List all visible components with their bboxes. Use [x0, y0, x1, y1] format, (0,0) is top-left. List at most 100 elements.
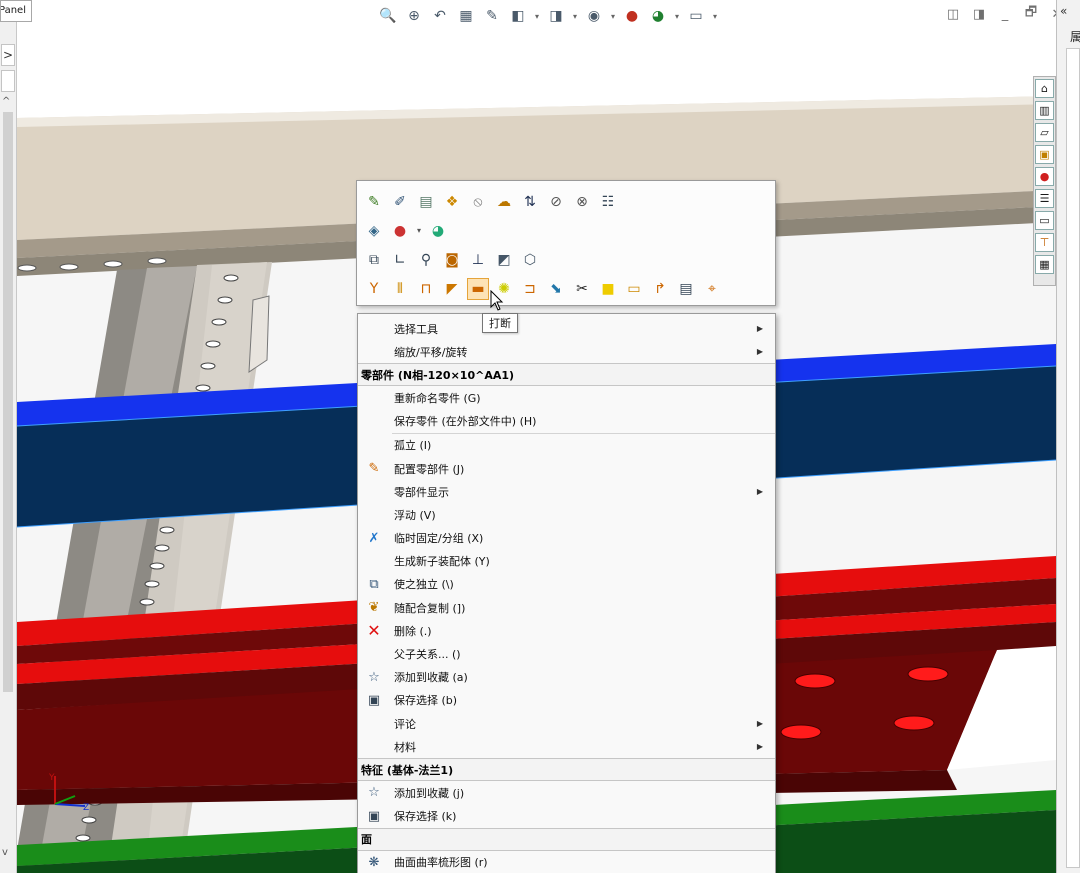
properties-icon[interactable]: ☷ [597, 191, 619, 213]
face-section-header: 面 [358, 827, 775, 851]
tile-right-icon[interactable]: ◨ [971, 6, 987, 22]
appearances-icon[interactable]: ● [1035, 167, 1054, 186]
menu-item-save-part[interactable]: 保存零件 (在外部文件中) (H) [358, 410, 775, 433]
menu-item-delete[interactable]: ✕ 删除 (.) [358, 619, 775, 642]
measure-icon[interactable]: ⌖ [701, 278, 723, 300]
hook-icon[interactable]: ↱ [649, 278, 671, 300]
panel-field[interactable] [1, 70, 15, 92]
dynamic-annotation-icon[interactable]: ✎ [481, 6, 503, 26]
face-icon[interactable]: ■ [597, 278, 619, 300]
component-icon[interactable]: ◈ [363, 220, 385, 242]
menu-item-parent-child[interactable]: 父子关系... () [358, 642, 775, 665]
cut-icon[interactable]: ✂ [571, 278, 593, 300]
display-style-icon[interactable]: ◨ [545, 6, 567, 26]
weldments-icon[interactable]: ⊤ [1035, 233, 1054, 252]
custom-properties-icon[interactable]: ☰ [1035, 189, 1054, 208]
expand-arrow-icon[interactable]: > [3, 48, 13, 62]
hide-show-items-icon[interactable]: ◉ [583, 6, 605, 26]
scroll-down-icon[interactable]: v [2, 847, 8, 858]
scroll-up-icon[interactable]: ^ [2, 96, 10, 107]
mate-references-icon[interactable]: ⊗ [571, 191, 593, 213]
menu-item-label: 保存选择 (k) [394, 810, 457, 824]
panel-scrollbar[interactable] [3, 112, 13, 692]
view-settings-icon[interactable]: ▭ [685, 6, 707, 26]
transparency-icon[interactable]: ◩ [493, 249, 515, 271]
extend-icon[interactable]: ⫴ [389, 278, 411, 300]
menu-item-component-display[interactable]: 零部件显示 ▶ [358, 480, 775, 503]
menu-item-add-favorite[interactable]: ☆ 添加到收藏 (a) [358, 666, 775, 689]
menu-item-label: 浮动 (V) [394, 508, 436, 522]
chevron-down-icon[interactable]: ▾ [571, 6, 579, 26]
close-icon[interactable]: ✕ [1049, 6, 1056, 22]
chevron-down-icon[interactable]: ▾ [673, 6, 681, 26]
table-icon[interactable]: ▤ [675, 278, 697, 300]
open-part-icon[interactable]: ▤ [415, 191, 437, 213]
home-icon[interactable]: ⌂ [1035, 79, 1054, 98]
view-orientation-icon[interactable]: ◧ [507, 6, 529, 26]
menu-item-rename-part[interactable]: 重新命名零件 (G) [358, 386, 775, 409]
normal-to-icon[interactable]: ◙ [441, 249, 463, 271]
menu-item-label: 孤立 (I) [394, 439, 432, 453]
menu-item-feature-add-favorite[interactable]: ☆ 添加到收藏 (j) [358, 781, 775, 804]
menu-item-label: 评论 [394, 717, 416, 731]
menu-item-zoom-pan-rotate[interactable]: 缩放/平移/旋转 ▶ [358, 340, 775, 363]
forum-icon[interactable]: ▭ [1035, 211, 1054, 230]
panel-tab-label: Panel [0, 5, 26, 16]
restore-icon[interactable]: 🗗 [1023, 5, 1039, 22]
break-icon[interactable]: ▬ [467, 277, 489, 300]
menu-item-make-independent[interactable]: ⧉ 使之独立 (\) [358, 573, 775, 596]
chevron-down-icon[interactable]: ▾ [711, 6, 719, 26]
arrow-down-icon[interactable]: ⊥ [467, 249, 489, 271]
copy-icon[interactable]: ⧉ [363, 249, 385, 271]
minimize-icon[interactable]: _ [997, 6, 1013, 22]
submenu-arrow-icon: ▶ [756, 347, 763, 357]
menu-item-isolate[interactable]: 孤立 (I) [358, 434, 775, 457]
mate-icon[interactable]: ⊘ [545, 191, 567, 213]
previous-view-icon[interactable]: ↶ [429, 6, 451, 26]
feature-section-header: 特征 (基体-法兰1) [358, 758, 775, 782]
menu-item-new-subassembly[interactable]: 生成新子装配体 (Y) [358, 550, 775, 573]
gusset-icon[interactable]: ◤ [441, 278, 463, 300]
view-palette-icon[interactable]: ▣ [1035, 145, 1054, 164]
menu-item-material[interactable]: 材料 ▶ [358, 735, 775, 758]
menu-item-temp-fix-group[interactable]: ✗ 临时固定/分组 (X) [358, 527, 775, 550]
tile-left-icon[interactable]: ◫ [945, 6, 961, 22]
sort-icon[interactable]: ⇅ [519, 191, 541, 213]
chevron-down-icon[interactable]: ▾ [609, 6, 617, 26]
isolate-icon[interactable]: ☁ [493, 191, 515, 213]
file-explorer-icon[interactable]: ▱ [1035, 123, 1054, 142]
edit-feature-icon[interactable]: ✐ [389, 191, 411, 213]
zoom-to-selection-icon[interactable]: ⚲ [415, 249, 437, 271]
edit-appearance-icon[interactable]: ❖ [441, 191, 463, 213]
box-icon[interactable]: ⬡ [519, 249, 541, 271]
apply-scene-icon[interactable]: ◕ [647, 6, 669, 26]
chevron-down-icon[interactable]: ▾ [415, 220, 423, 242]
section-view-icon[interactable]: ▦ [455, 6, 477, 26]
hide-icon[interactable]: ⦸ [467, 191, 489, 213]
menu-item-feature-save-selection[interactable]: ▣ 保存选择 (k) [358, 805, 775, 828]
grid-icon[interactable]: ▦ [1035, 255, 1054, 274]
sketch-icon[interactable]: ∟ [389, 249, 411, 271]
trim-icon[interactable]: Y [363, 278, 385, 300]
appearance-icon[interactable]: ● [389, 220, 411, 242]
chevron-down-icon[interactable]: ▾ [533, 6, 541, 26]
slot-icon[interactable]: ▭ [623, 278, 645, 300]
zoom-to-area-icon[interactable]: ⊕ [403, 6, 425, 26]
menu-item-curvature-comb[interactable]: ❋ 曲面曲率梳形图 (r) [358, 851, 775, 873]
panel-tab[interactable]: Panel [0, 0, 32, 22]
design-library-icon[interactable]: ▥ [1035, 101, 1054, 120]
collapse-icon[interactable]: « [1060, 4, 1067, 18]
edit-appearance-icon[interactable]: ● [621, 6, 643, 26]
structural-member-icon[interactable]: ⊓ [415, 278, 437, 300]
appearance-callout-icon[interactable]: ◕ [427, 220, 449, 242]
menu-item-float[interactable]: 浮动 (V) [358, 503, 775, 526]
move-icon[interactable]: ⬊ [545, 278, 567, 300]
menu-item-configure-component[interactable]: ✎ 配置零部件 (J) [358, 457, 775, 480]
edit-part-icon[interactable]: ✎ [363, 191, 385, 213]
menu-item-select-tools[interactable]: 选择工具 ▶ [358, 317, 775, 340]
zoom-to-fit-icon[interactable]: 🔍 [377, 6, 399, 26]
menu-item-copy-with-mates[interactable]: ❦ 随配合复制 (]) [358, 596, 775, 619]
menu-item-comment[interactable]: 评论 ▶ [358, 712, 775, 735]
end-cap-icon[interactable]: ⊐ [519, 278, 541, 300]
menu-item-save-selection[interactable]: ▣ 保存选择 (b) [358, 689, 775, 712]
